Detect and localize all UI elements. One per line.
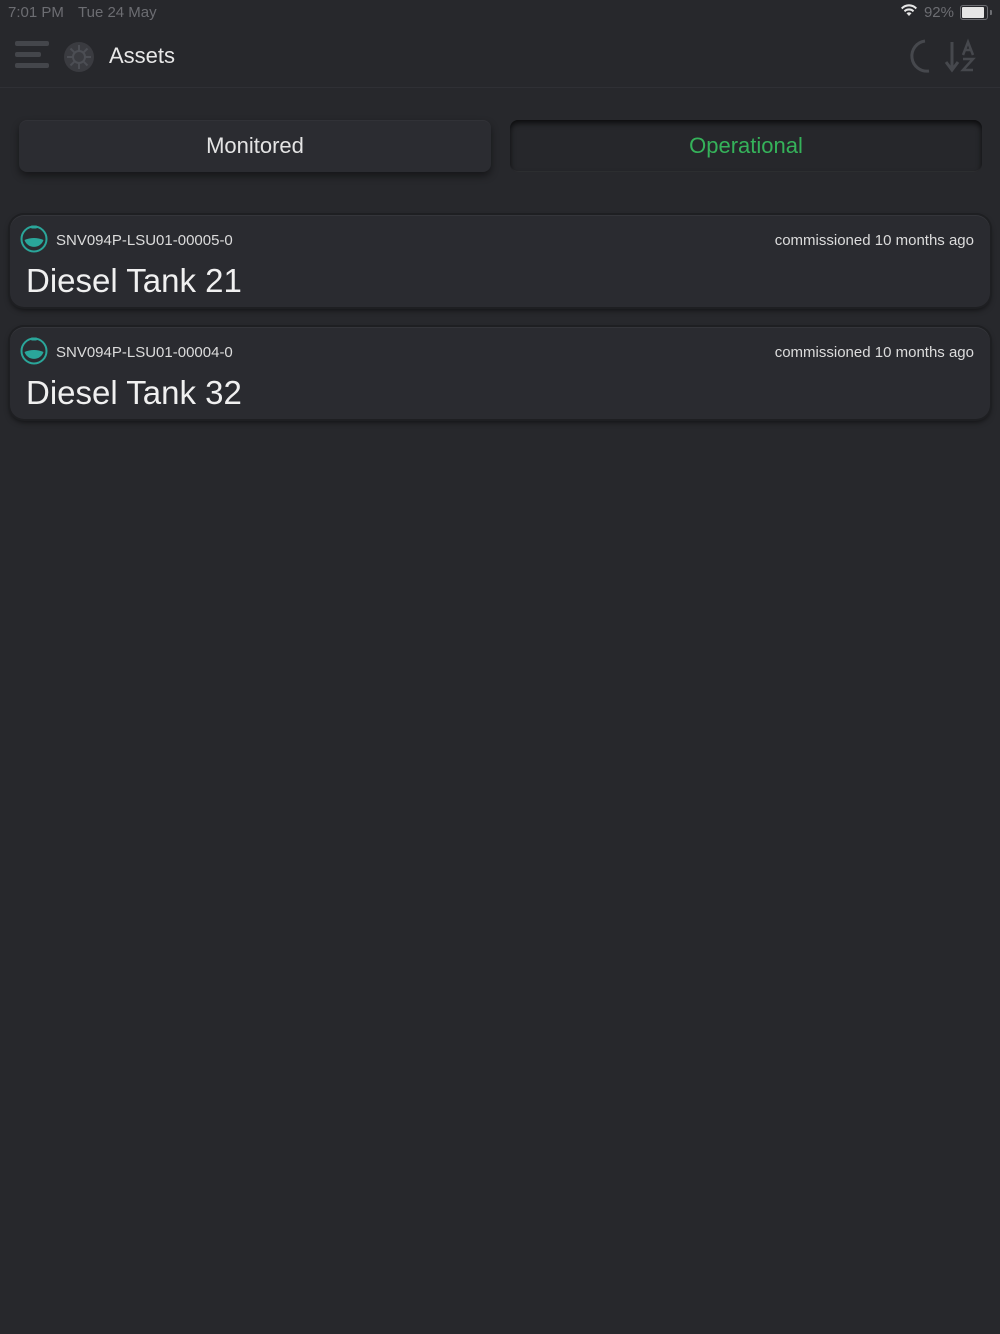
logo-icon xyxy=(63,41,95,73)
battery-fill xyxy=(962,6,985,18)
battery-tip xyxy=(990,9,992,15)
status-indicators: 92% xyxy=(900,3,992,21)
asset-name: Diesel Tank 32 xyxy=(26,374,242,411)
asset-serial: SNV094P-LSU01-00004-0 xyxy=(56,344,233,361)
status-time: 7:01 PM xyxy=(8,4,64,21)
tank-level-icon xyxy=(20,225,48,253)
tab-operational[interactable]: Operational xyxy=(510,120,982,172)
asset-name: Diesel Tank 21 xyxy=(26,262,242,299)
battery-percent: 92% xyxy=(923,3,954,21)
tank-level-icon xyxy=(20,337,48,365)
status-bar: 7:01 PM Tue 24 May 92% xyxy=(0,0,1000,26)
asset-card[interactable]: SNV094P-LSU01-00004-0 commissioned 10 mo… xyxy=(10,327,990,419)
page-title: Assets xyxy=(109,43,176,68)
asset-card[interactable]: SNV094P-LSU01-00005-0 commissioned 10 mo… xyxy=(10,215,990,307)
status-date: Tue 24 May xyxy=(78,4,157,21)
menu-icon[interactable] xyxy=(15,41,51,73)
app-header: Assets xyxy=(0,26,1000,88)
battery-icon xyxy=(960,4,988,20)
segment-tabs: Monitored Operational xyxy=(19,120,982,172)
wifi-icon xyxy=(900,3,918,21)
asset-commissioned: commissioned 10 months ago xyxy=(774,344,974,361)
moon-icon[interactable] xyxy=(903,38,935,74)
tab-monitored[interactable]: Monitored xyxy=(19,120,491,172)
asset-commissioned: commissioned 10 months ago xyxy=(774,232,974,249)
sort-az-icon[interactable] xyxy=(944,38,978,74)
asset-serial: SNV094P-LSU01-00005-0 xyxy=(56,232,233,249)
